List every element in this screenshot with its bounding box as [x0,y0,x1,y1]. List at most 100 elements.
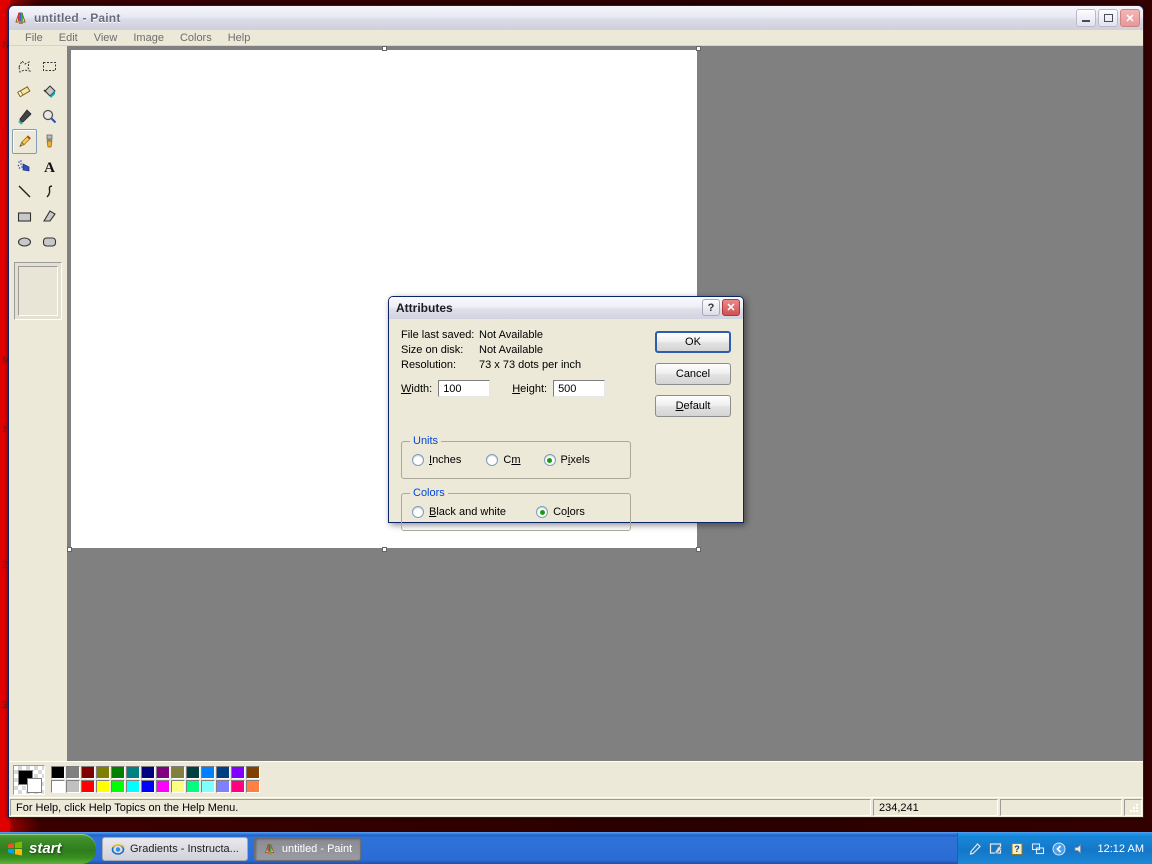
resize-handle-top-right[interactable] [696,46,701,51]
palette-swatch-top-9[interactable] [186,766,200,779]
tool-ellipse[interactable] [12,229,37,254]
resize-handle-bottom-center[interactable] [382,547,387,552]
tool-free-form-select[interactable] [12,54,37,79]
radio-cm[interactable]: Cm [486,454,521,466]
palette-swatch-top-1[interactable] [66,766,80,779]
maximize-button[interactable] [1098,9,1118,27]
palette-swatch-top-7[interactable] [156,766,170,779]
menu-view[interactable]: View [86,31,126,45]
close-button[interactable]: ✕ [1120,9,1140,27]
palette-swatch-bottom-11[interactable] [216,780,230,793]
resize-handle-bottom-right[interactable] [696,547,701,552]
palette-swatch-top-2[interactable] [81,766,95,779]
info-label: Resolution: [401,359,457,371]
radio-cm-indicator[interactable] [486,454,499,466]
tool-magnifier[interactable] [37,104,62,129]
palette-swatch-bottom-12[interactable] [231,780,245,793]
palette-swatch-top-3[interactable] [96,766,110,779]
radio-colors-label: Colors [553,506,585,518]
svg-text:A: A [44,160,55,175]
palette-swatch-bottom-13[interactable] [246,780,260,793]
tool-rectangle-select[interactable] [37,54,62,79]
palette-swatch-bottom-0[interactable] [51,780,65,793]
palette-swatch-top-8[interactable] [171,766,185,779]
tool-eraser[interactable] [12,79,37,104]
palette-swatch-bottom-7[interactable] [156,780,170,793]
help-icon[interactable]: ? [1010,841,1025,856]
tool-brush[interactable] [37,129,62,154]
tool-curve[interactable] [37,179,62,204]
menu-file[interactable]: File [17,31,51,45]
menu-image[interactable]: Image [125,31,172,45]
background-color-swatch[interactable] [27,777,42,793]
minimize-button[interactable] [1076,9,1096,27]
radio-pixels[interactable]: Pixels [543,454,590,466]
help-icon[interactable]: ? [702,299,720,316]
tool-fill-with-color[interactable] [37,79,62,104]
tool-pencil[interactable] [12,129,37,154]
menu-colors[interactable]: Colors [172,31,220,45]
dialog-title-bar[interactable]: Attributes ? ✕ [389,297,743,319]
tool-options-panel [14,262,62,320]
dialog-body: File last saved: Not Available Size on d… [389,319,743,531]
palette-swatch-top-0[interactable] [51,766,65,779]
info-value: Not Available [479,344,544,356]
palette-swatch-top-12[interactable] [231,766,245,779]
palette-swatch-bottom-3[interactable] [96,780,110,793]
microphone-icon[interactable] [968,841,983,856]
network-icon[interactable] [1031,841,1046,856]
pen-tablet-icon[interactable] [989,841,1004,856]
window-title-bar[interactable]: untitled - Paint ✕ [9,6,1143,30]
desktop-ghost-label: 2 [2,560,8,571]
palette-swatch-top-10[interactable] [201,766,215,779]
radio-colors-indicator[interactable] [536,506,549,518]
start-button[interactable]: start [0,833,96,864]
palette-swatch-top-11[interactable] [216,766,230,779]
palette-swatch-top-5[interactable] [126,766,140,779]
tool-rounded-rectangle[interactable] [37,229,62,254]
taskbar-item-paint[interactable]: untitled - Paint [253,836,362,861]
palette-swatch-bottom-9[interactable] [186,780,200,793]
palette-swatch-top-4[interactable] [111,766,125,779]
show-hidden-icons-icon[interactable] [1052,841,1067,856]
palette-grid [51,766,260,793]
tool-line[interactable] [12,179,37,204]
tool-polygon[interactable] [37,204,62,229]
height-input[interactable]: 500 [553,380,606,397]
width-input[interactable]: 100 [438,380,491,397]
palette-swatch-bottom-5[interactable] [126,780,140,793]
tool-text[interactable]: A [37,154,62,179]
volume-icon[interactable] [1073,841,1088,856]
resize-handle-top-center[interactable] [382,46,387,51]
dialog-close-button[interactable]: ✕ [722,299,740,316]
palette-swatch-bottom-10[interactable] [201,780,215,793]
taskbar-item-browser[interactable]: Gradients - Instructa... [102,836,248,861]
window-resize-grip[interactable] [1124,799,1142,816]
default-button[interactable]: Default [655,395,731,417]
palette-swatch-bottom-2[interactable] [81,780,95,793]
radio-inches[interactable]: Inches [412,454,461,466]
system-tray: ? 12:12 AM [956,832,1152,864]
radio-black-and-white[interactable]: Black and white [412,506,506,518]
palette-swatch-top-6[interactable] [141,766,155,779]
palette-swatch-bottom-8[interactable] [171,780,185,793]
palette-swatch-bottom-4[interactable] [111,780,125,793]
palette-swatch-bottom-1[interactable] [66,780,80,793]
cancel-button[interactable]: Cancel [655,363,731,385]
menu-help[interactable]: Help [220,31,259,45]
radio-colors[interactable]: Colors [536,506,585,518]
resize-handle-bottom-left[interactable] [67,547,72,552]
tool-airbrush[interactable] [12,154,37,179]
ok-button[interactable]: OK [655,331,731,353]
units-legend: Units [410,435,442,447]
clock[interactable]: 12:12 AM [1098,843,1144,855]
radio-black-and-white-indicator[interactable] [412,506,424,518]
current-colors-indicator[interactable] [13,764,45,795]
menu-edit[interactable]: Edit [51,31,86,45]
radio-inches-indicator[interactable] [412,454,424,466]
tool-pick-color[interactable] [12,104,37,129]
palette-swatch-bottom-6[interactable] [141,780,155,793]
tool-rectangle[interactable] [12,204,37,229]
palette-swatch-top-13[interactable] [246,766,260,779]
radio-pixels-indicator[interactable] [543,454,556,466]
